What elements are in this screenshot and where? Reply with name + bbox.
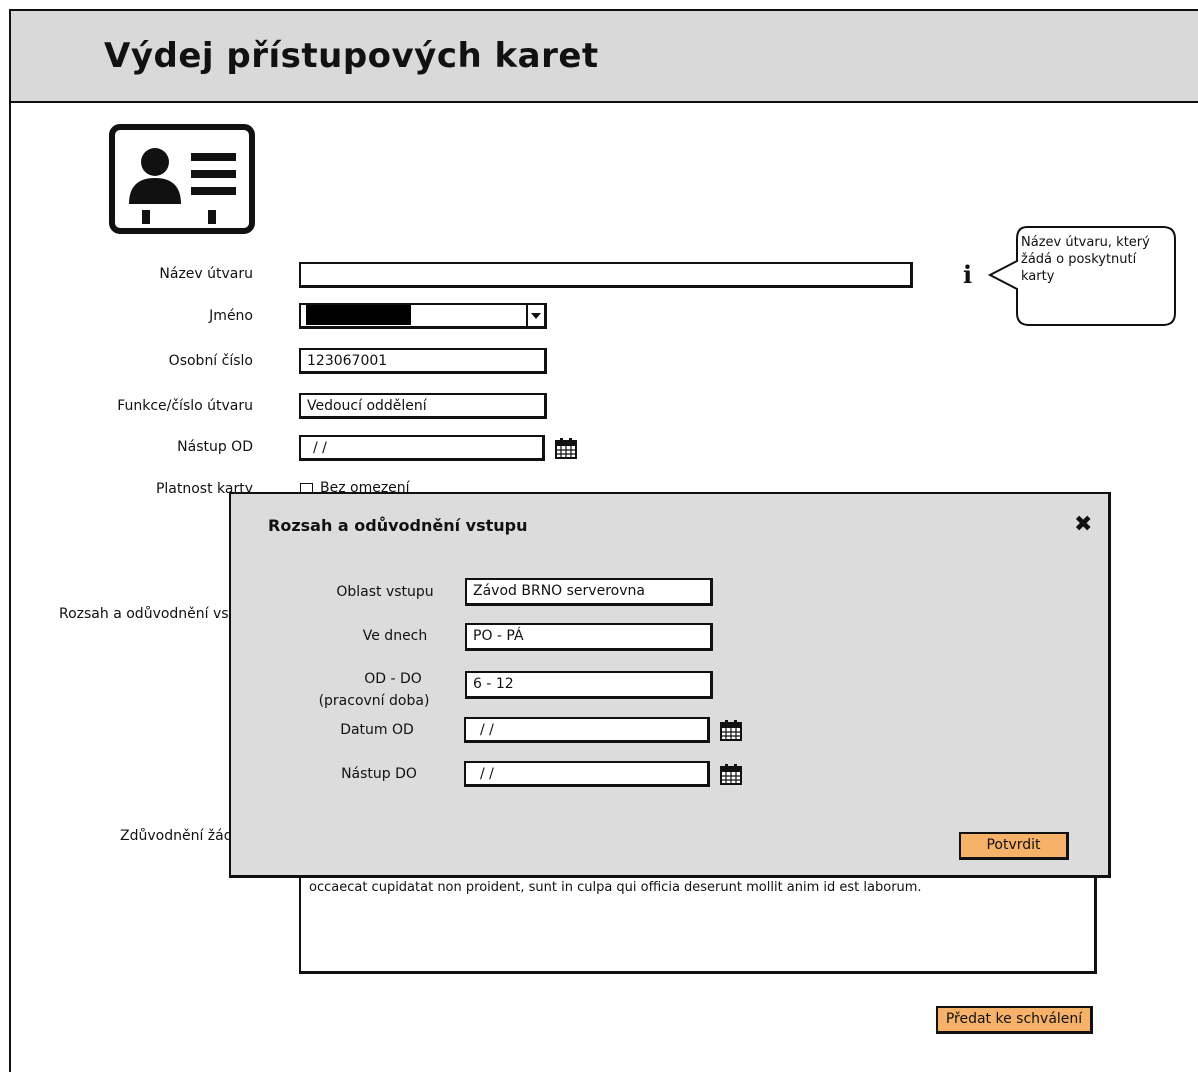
personal-number-input[interactable]: 123067001	[299, 348, 547, 374]
redacted-name-block	[306, 305, 411, 325]
date-from-label: Datum OD	[340, 722, 414, 738]
function-unit-input[interactable]: Vedoucí oddělení	[299, 393, 547, 419]
calendar-icon[interactable]	[719, 718, 743, 742]
area-label: Oblast vstupu	[336, 584, 434, 600]
hours-label: OD - DO	[364, 671, 422, 687]
days-input[interactable]: PO - PÁ	[465, 623, 713, 651]
hours-input[interactable]: 6 - 12	[465, 671, 713, 699]
start-to-label: Nástup DO	[341, 766, 417, 782]
name-label: Jméno	[209, 308, 253, 324]
page-title: Výdej přístupových karet	[104, 36, 599, 76]
date-from-input[interactable]: / /	[464, 717, 710, 743]
info-icon[interactable]: i	[963, 260, 972, 289]
tooltip-text: Název útvaru, který žádá o poskytnutí ka…	[1021, 235, 1150, 284]
start-to-input[interactable]: / /	[464, 761, 710, 787]
start-from-label: Nástup OD	[177, 439, 253, 455]
hours-sublabel: (pracovní doba)	[318, 693, 430, 709]
access-scope-modal: Rozsah a odůvodnění vstupu ✖ Oblast vstu…	[229, 492, 1111, 878]
access-scope-label: Rozsah a odůvodnění vstupu	[59, 606, 244, 622]
dropdown-arrow-icon	[531, 312, 541, 319]
area-input[interactable]: Závod BRNO serverovna	[465, 578, 713, 606]
submit-for-approval-button[interactable]: Předat ke schválení	[936, 1006, 1093, 1034]
modal-title: Rozsah a odůvodnění vstupu	[268, 516, 528, 535]
close-icon[interactable]: ✖	[1074, 512, 1092, 537]
personal-number-label: Osobní číslo	[168, 353, 253, 369]
name-select[interactable]	[299, 303, 547, 329]
justification-textarea[interactable]: occaecat cupidatat non proident, sunt in…	[299, 868, 1097, 974]
card-validity-label: Platnost karty	[155, 481, 253, 497]
unit-name-label: Název útvaru	[159, 266, 253, 282]
start-from-input[interactable]: / /	[299, 435, 545, 461]
confirm-button[interactable]: Potvrdit	[959, 832, 1069, 860]
days-label: Ve dnech	[362, 628, 428, 644]
calendar-icon[interactable]	[554, 436, 578, 460]
dropdown-button[interactable]	[526, 305, 544, 326]
unit-name-input[interactable]	[299, 262, 913, 288]
id-card-icon	[109, 124, 255, 234]
calendar-icon[interactable]	[719, 762, 743, 786]
function-unit-label: Funkce/číslo útvaru	[117, 398, 253, 414]
